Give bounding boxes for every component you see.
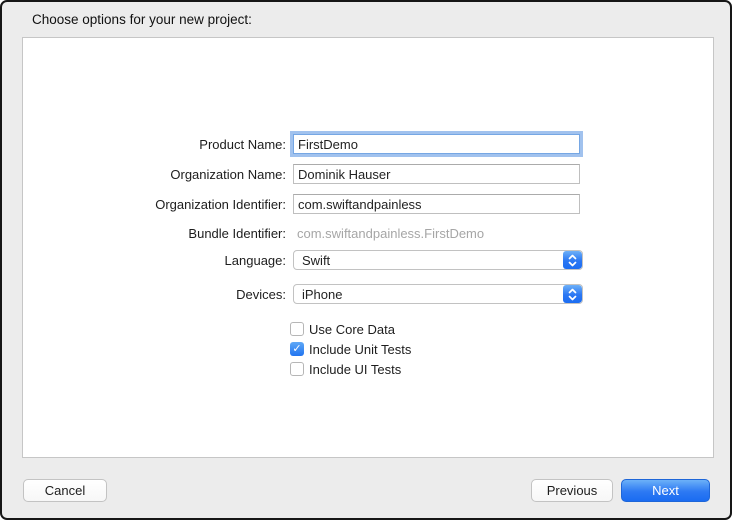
include-ui-tests-option[interactable]: Include UI Tests [290, 359, 713, 379]
product-name-input[interactable] [293, 134, 580, 154]
language-label: Language: [224, 252, 286, 268]
chevron-up-down-icon [563, 285, 582, 303]
field-row-organization-identifier: Organization Identifier: [23, 194, 713, 214]
chevron-up-down-icon [563, 251, 582, 269]
language-popup-value: Swift [302, 252, 331, 268]
organization-name-input[interactable] [293, 164, 580, 184]
field-row-organization-name: Organization Name: [23, 164, 713, 184]
organization-identifier-input[interactable] [293, 194, 580, 214]
use-core-data-option[interactable]: Use Core Data [290, 319, 713, 339]
organization-identifier-label: Organization Identifier: [155, 196, 286, 212]
checkmark-icon: ✓ [292, 342, 302, 355]
options-form: Product Name: Organization Name: Organiz… [23, 134, 713, 379]
devices-popup-value: iPhone [302, 286, 343, 302]
cancel-button[interactable]: Cancel [23, 479, 107, 502]
language-popup[interactable]: Swift [293, 250, 583, 270]
product-name-label: Product Name: [199, 136, 286, 152]
include-unit-tests-label: Include Unit Tests [309, 341, 412, 357]
use-core-data-label: Use Core Data [309, 321, 395, 337]
next-button[interactable]: Next [621, 479, 710, 502]
field-row-language: Language: Swift [23, 250, 713, 270]
include-ui-tests-label: Include UI Tests [309, 361, 402, 377]
devices-popup[interactable]: iPhone [293, 284, 583, 304]
previous-button[interactable]: Previous [531, 479, 613, 502]
include-unit-tests-checkbox[interactable]: ✓ [290, 342, 304, 356]
include-ui-tests-checkbox[interactable] [290, 362, 304, 376]
options-panel: Product Name: Organization Name: Organiz… [22, 37, 714, 458]
new-project-options-dialog: Choose options for your new project: Pro… [0, 0, 732, 520]
bundle-identifier-value: com.swiftandpainless.FirstDemo [297, 225, 485, 241]
devices-label: Devices: [236, 286, 286, 302]
use-core-data-checkbox[interactable] [290, 322, 304, 336]
bundle-identifier-label: Bundle Identifier: [188, 225, 286, 241]
organization-name-label: Organization Name: [170, 166, 286, 182]
field-row-product-name: Product Name: [23, 134, 713, 154]
field-row-bundle-identifier: Bundle Identifier: com.swiftandpainless.… [23, 223, 713, 243]
field-row-devices: Devices: iPhone [23, 284, 713, 304]
dialog-title: Choose options for your new project: [32, 12, 252, 27]
include-unit-tests-option[interactable]: ✓ Include Unit Tests [290, 339, 713, 359]
